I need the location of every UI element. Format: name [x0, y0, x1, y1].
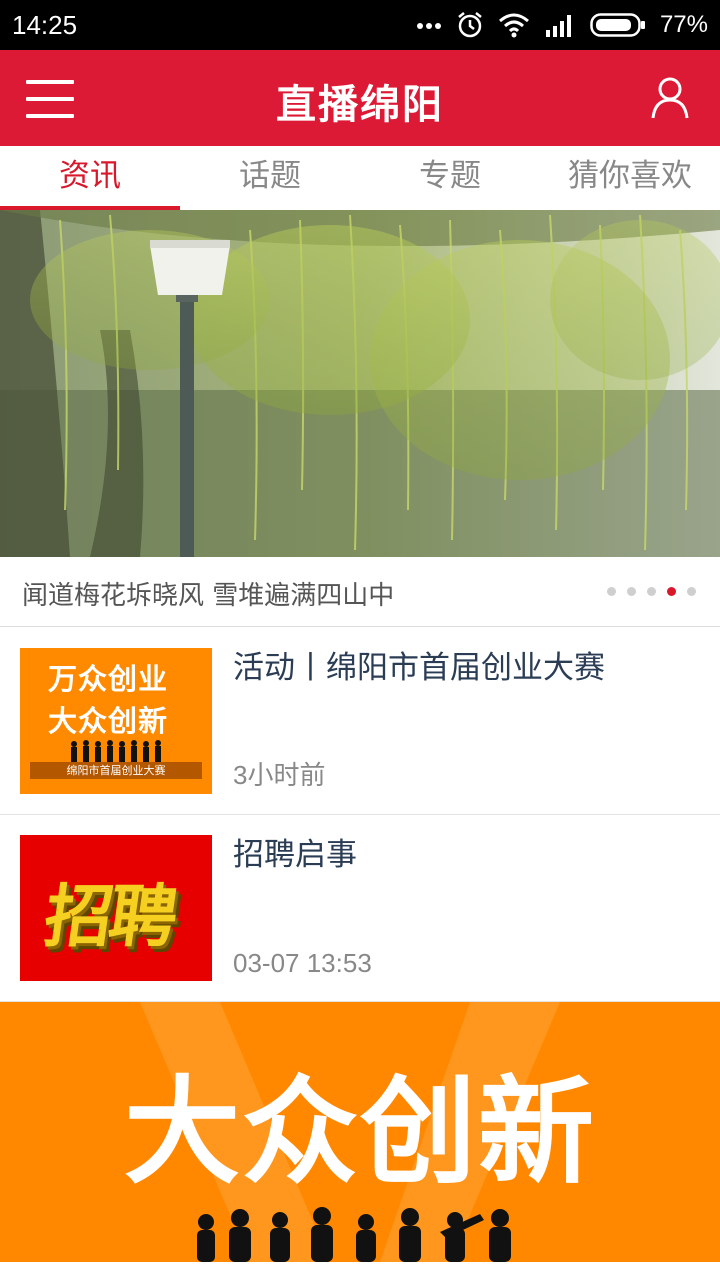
status-bar: 14:25 77%: [0, 0, 720, 50]
thumb-caption-strip: 绵阳市首届创业大赛: [30, 762, 202, 779]
signal-icon: [545, 15, 571, 37]
carousel-dot[interactable]: [647, 587, 656, 596]
battery-percent: 77%: [659, 11, 708, 38]
carousel-caption[interactable]: 闻道梅花坼晓风 雪堆遍满四山中: [22, 575, 394, 612]
news-thumbnail: 万众创业 大众创新 绵阳市首届创业大赛: [20, 648, 212, 794]
news-title: 招聘启事: [233, 837, 357, 873]
carousel-dot-active[interactable]: [667, 587, 676, 596]
tab-news[interactable]: 资讯: [0, 146, 180, 210]
carousel-image[interactable]: [0, 210, 720, 557]
crowd-silhouette-icon: [71, 740, 161, 762]
battery-icon: [590, 13, 645, 37]
news-title: 活动丨绵阳市首届创业大赛: [233, 650, 605, 686]
thumb-text: 招聘: [39, 878, 179, 957]
promo-banner[interactable]: 大众创新: [0, 1002, 720, 1262]
willow-lamp-photo: [0, 210, 720, 557]
crowd-silhouette-icon: [197, 1207, 511, 1262]
news-time: 03-07 13:53: [233, 948, 372, 978]
app-header: 直播绵阳: [0, 50, 720, 146]
more-dots-icon: [416, 23, 441, 29]
banner-title: 大众创新: [124, 1065, 596, 1200]
alarm-icon: [458, 12, 482, 38]
tab-specials[interactable]: 专题: [360, 146, 540, 210]
carousel-dot[interactable]: [607, 587, 616, 596]
news-list-item[interactable]: 招聘 招聘启事 03-07 13:53: [0, 815, 720, 1002]
thumb-text-line2: 大众创新: [48, 704, 169, 738]
status-time: 14:25: [12, 10, 78, 40]
tab-topics[interactable]: 话题: [180, 146, 360, 210]
thumb-text-line1: 万众创业: [48, 662, 169, 696]
app-title: 直播绵阳: [276, 82, 444, 128]
news-time: 3小时前: [233, 760, 326, 790]
bottom-edge: [0, 1262, 720, 1280]
news-thumbnail: 招聘: [20, 835, 212, 981]
carousel-dot[interactable]: [627, 587, 636, 596]
carousel-indicator: [607, 587, 696, 596]
news-list-item[interactable]: 万众创业 大众创新 绵阳市首届创业大赛 活动丨绵阳市首届创业大赛 3小时前: [0, 628, 720, 815]
category-tabs: 资讯 话题 专题 猜你喜欢: [0, 146, 720, 210]
wifi-icon: [498, 13, 529, 38]
carousel-dot[interactable]: [687, 587, 696, 596]
status-icons: 77%: [416, 8, 708, 42]
carousel-caption-bar: 闻道梅花坼晓风 雪堆遍满四山中: [0, 557, 720, 627]
tab-recommended[interactable]: 猜你喜欢: [540, 146, 720, 210]
user-icon[interactable]: [650, 76, 690, 120]
